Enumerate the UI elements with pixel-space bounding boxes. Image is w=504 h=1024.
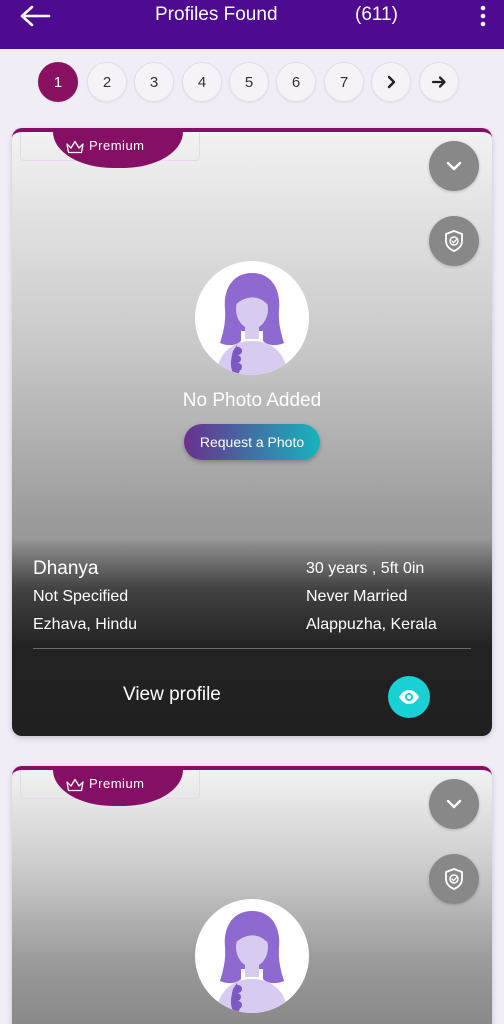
premium-badge-wrap: Premium	[20, 132, 200, 171]
page-5-button[interactable]: 5	[229, 62, 269, 102]
no-photo-text: No Photo Added	[182, 390, 322, 411]
shield-check-icon	[445, 230, 463, 252]
header-title: Profiles Found	[155, 4, 278, 25]
profile-info-panel: Dhanya 30 years , 5ft 0in Not Specified …	[12, 538, 492, 736]
view-profile-link[interactable]: View profile	[123, 684, 221, 706]
app-header: Profiles Found (611)	[0, 0, 504, 49]
avatar-placeholder	[195, 261, 309, 375]
request-photo-button[interactable]: Request a Photo	[184, 424, 320, 460]
shield-check-icon	[445, 868, 463, 890]
chevron-right-icon	[387, 75, 396, 89]
page-1-button[interactable]: 1	[38, 62, 78, 102]
profile-card[interactable]: Premium	[12, 766, 492, 1024]
avatar-placeholder	[195, 899, 309, 1013]
back-arrow-icon[interactable]	[18, 4, 52, 28]
page-6-button[interactable]: 6	[276, 62, 316, 102]
page-3-button[interactable]: 3	[134, 62, 174, 102]
page-2-button[interactable]: 2	[87, 62, 127, 102]
expand-button[interactable]	[429, 779, 479, 829]
chevron-down-icon	[446, 161, 462, 171]
view-eye-button[interactable]	[388, 676, 430, 718]
profile-marital-status: Never Married	[306, 588, 408, 605]
more-vertical-icon[interactable]	[478, 4, 488, 28]
premium-label: Premium	[89, 776, 145, 791]
woman-silhouette-icon	[217, 273, 287, 375]
eye-icon	[399, 690, 419, 704]
profile-community: Ezhava, Hindu	[33, 616, 138, 633]
arrow-right-icon	[431, 76, 446, 88]
profile-card[interactable]: Premium No Photo Added Request a Photo D…	[12, 128, 492, 736]
premium-badge: Premium	[53, 770, 183, 806]
last-page-button[interactable]	[419, 62, 459, 102]
shield-button[interactable]	[429, 216, 479, 266]
page-4-button[interactable]: 4	[182, 62, 222, 102]
next-page-button[interactable]	[371, 62, 411, 102]
crown-icon	[66, 140, 84, 154]
profile-name: Dhanya	[33, 558, 99, 579]
profile-location: Alappuzha, Kerala	[306, 616, 437, 633]
crown-icon	[66, 778, 84, 792]
premium-badge-wrap: Premium	[20, 770, 200, 809]
expand-button[interactable]	[429, 141, 479, 191]
woman-silhouette-icon	[217, 911, 287, 1013]
page-7-button[interactable]: 7	[324, 62, 364, 102]
shield-button[interactable]	[429, 854, 479, 904]
chevron-down-icon	[446, 799, 462, 809]
profile-field-2: Not Specified	[33, 588, 129, 605]
profiles-count: (611)	[355, 4, 398, 25]
divider	[33, 648, 471, 649]
premium-badge: Premium	[53, 132, 183, 168]
premium-label: Premium	[89, 138, 145, 153]
profile-age-height: 30 years , 5ft 0in	[306, 560, 425, 577]
